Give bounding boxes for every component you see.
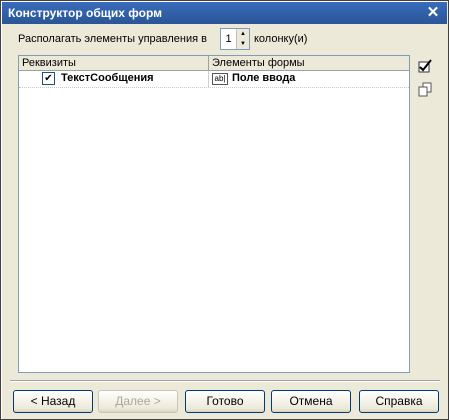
grid-header: Реквизиты Элементы формы	[19, 56, 409, 71]
done-button[interactable]: Готово	[185, 390, 265, 413]
button-divider	[10, 380, 440, 382]
check-all-icon[interactable]	[417, 58, 433, 74]
table-row[interactable]: ✔ ТекстСообщения ab| Поле ввода	[19, 71, 409, 88]
arrange-suffix: колонку(и)	[254, 33, 308, 45]
arrange-label: Располагать элементы управления в	[18, 33, 207, 45]
row-checkbox[interactable]: ✔	[42, 72, 55, 85]
stepper-up-icon[interactable]: ▲	[236, 29, 249, 39]
column-header-form-elements[interactable]: Элементы формы	[209, 56, 409, 70]
title-bar: Конструктор общих форм ✕	[2, 2, 447, 24]
stepper-down-icon[interactable]: ▼	[236, 39, 249, 49]
copy-icon[interactable]	[417, 82, 433, 98]
fields-grid[interactable]: Реквизиты Элементы формы ✔ ТекстСообщени…	[18, 55, 410, 373]
field-name: ТекстСообщения	[61, 72, 154, 84]
window-title: Конструктор общих форм	[8, 6, 162, 20]
back-button[interactable]: < Назад	[13, 390, 93, 413]
close-icon[interactable]: ✕	[425, 4, 441, 21]
stepper-buttons: ▲ ▼	[236, 29, 249, 49]
columns-stepper-value[interactable]: 1	[221, 29, 236, 49]
cancel-button[interactable]: Отмена	[271, 390, 351, 413]
column-header-attributes[interactable]: Реквизиты	[19, 56, 209, 70]
help-button[interactable]: Справка	[359, 390, 439, 413]
next-button[interactable]: Далее >	[98, 390, 178, 413]
columns-stepper[interactable]: 1 ▲ ▼	[220, 28, 250, 50]
form-element-name[interactable]: Поле ввода	[232, 72, 295, 84]
input-field-icon: ab|	[212, 73, 228, 85]
dialog-window: Конструктор общих форм ✕ Располагать эле…	[0, 0, 449, 420]
row-divider	[208, 71, 209, 87]
